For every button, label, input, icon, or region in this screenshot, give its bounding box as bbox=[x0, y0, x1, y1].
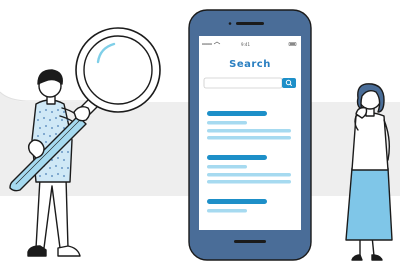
woman-skirt bbox=[345, 167, 393, 241]
search-button bbox=[282, 78, 296, 88]
illustration-svg bbox=[0, 9, 400, 261]
phone-speaker bbox=[236, 22, 264, 25]
home-bar bbox=[234, 240, 266, 243]
man-hand-upper bbox=[73, 105, 91, 122]
man-shoe-left bbox=[27, 245, 47, 257]
search-title: Search bbox=[229, 59, 271, 70]
woman-shoe-left bbox=[351, 254, 363, 261]
status-time: 9:41 bbox=[241, 42, 250, 47]
woman-torso bbox=[351, 112, 389, 171]
woman-shoe-right bbox=[371, 254, 383, 261]
man-legs bbox=[35, 177, 69, 249]
search-input bbox=[203, 77, 283, 89]
glass-lens bbox=[83, 35, 153, 105]
man-shoe-right bbox=[57, 245, 81, 257]
smartphone bbox=[188, 9, 312, 261]
illustration-scene: 9:41 Search bbox=[0, 0, 400, 266]
phone-camera bbox=[228, 22, 232, 25]
